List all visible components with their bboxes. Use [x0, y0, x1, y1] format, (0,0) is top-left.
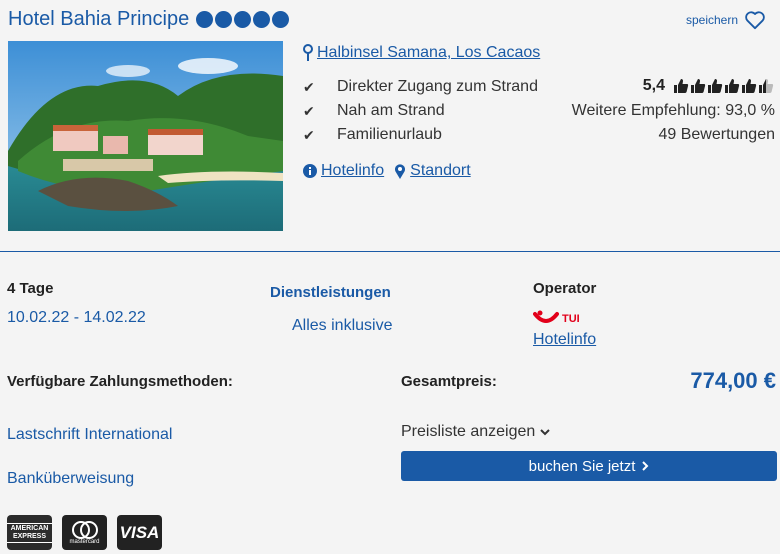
check-icon: ✔ — [303, 78, 315, 95]
star-icon — [272, 11, 290, 28]
thumbs-up-icon — [759, 79, 774, 93]
location-text[interactable]: Halbinsel Samana, Los Cacaos — [317, 44, 540, 62]
rating-widget[interactable]: 5,4 — [643, 77, 774, 95]
thumbs-up-icon — [725, 79, 740, 93]
chevron-right-icon — [642, 461, 649, 471]
thumbs-up-icon — [691, 79, 706, 93]
standort-label[interactable]: Standort — [410, 162, 470, 180]
payment-cards: AMERICAN EXPRESS mastercard VISA — [7, 515, 162, 550]
heart-icon — [745, 11, 765, 30]
book-now-button[interactable]: buchen Sie jetzt — [401, 451, 777, 481]
feature-label: Direkter Zugang zum Strand — [337, 78, 538, 95]
tui-logo-text: TUI — [562, 313, 580, 325]
payment-method: Banküberweisung — [7, 470, 135, 487]
feature-item: ✔ Nah am Strand — [303, 102, 445, 120]
location-marker-icon — [395, 164, 406, 179]
section-divider — [0, 251, 780, 252]
star-icon — [215, 11, 233, 28]
hotel-photo[interactable] — [8, 41, 283, 231]
amex-card-icon: AMERICAN EXPRESS — [7, 515, 52, 550]
check-icon: ✔ — [303, 102, 315, 119]
total-price: 774,00 € — [690, 368, 776, 393]
reviews-count[interactable]: 49 Bewertungen — [658, 126, 775, 144]
operator-hotelinfo-link[interactable]: Hotelinfo — [533, 331, 596, 349]
feature-item: ✔ Direkter Zugang zum Strand — [303, 78, 538, 96]
save-label: speichern — [685, 13, 738, 27]
info-icon — [303, 164, 317, 178]
hotel-name[interactable]: Hotel Bahia Principe — [8, 8, 189, 31]
pricelist-label: Preisliste anzeigen — [401, 423, 536, 440]
total-label: Gesamtpreis: — [401, 373, 497, 390]
hotel-title[interactable]: Hotel Bahia Principe — [8, 8, 290, 31]
map-pin-icon — [303, 44, 313, 61]
payment-label: Verfügbare Zahlungsmethoden: — [7, 373, 233, 390]
feature-item: ✔ Familienurlaub — [303, 126, 442, 144]
check-icon: ✔ — [303, 126, 315, 143]
location-link[interactable]: Halbinsel Samana, Los Cacaos — [303, 44, 540, 62]
rating-score: 5,4 — [642, 77, 665, 94]
thumbs-up-icon — [742, 79, 757, 93]
recommendation-text: Weitere Empfehlung: 93,0 % — [571, 102, 775, 119]
star-icon — [234, 11, 252, 28]
travel-dates: 10.02.22 - 14.02.22 — [7, 309, 146, 326]
chevron-down-icon — [540, 429, 551, 436]
book-now-label: buchen Sie jetzt — [528, 457, 636, 475]
duration: 4 Tage — [7, 280, 54, 297]
hotelinfo-link[interactable]: Hotelinfo — [303, 162, 384, 180]
thumbs-up-icon — [708, 79, 723, 93]
services-value: Alles inklusive — [292, 317, 393, 334]
star-icon — [196, 11, 214, 28]
payment-method: Lastschrift International — [7, 426, 173, 443]
pricelist-toggle[interactable]: Preisliste anzeigen — [401, 423, 551, 441]
standort-link[interactable]: Standort — [394, 162, 471, 180]
services-label: Dienstleistungen — [270, 284, 391, 301]
hotelinfo-label[interactable]: Hotelinfo — [321, 162, 384, 180]
visa-card-icon: VISA — [117, 515, 162, 550]
operator-logo: TUI — [533, 310, 580, 328]
star-icon — [253, 11, 271, 28]
hotel-links: Hotelinfo Standort — [303, 162, 471, 180]
mastercard-card-icon: mastercard — [62, 515, 107, 550]
star-rating — [196, 11, 290, 28]
feature-label: Nah am Strand — [337, 102, 445, 119]
feature-label: Familienurlaub — [337, 126, 442, 143]
save-button[interactable]: speichern — [686, 10, 766, 30]
tui-logo-icon — [533, 310, 559, 323]
thumbs-up-icon — [674, 79, 689, 93]
thumbs-rating — [673, 78, 774, 94]
operator-label: Operator — [533, 280, 597, 297]
